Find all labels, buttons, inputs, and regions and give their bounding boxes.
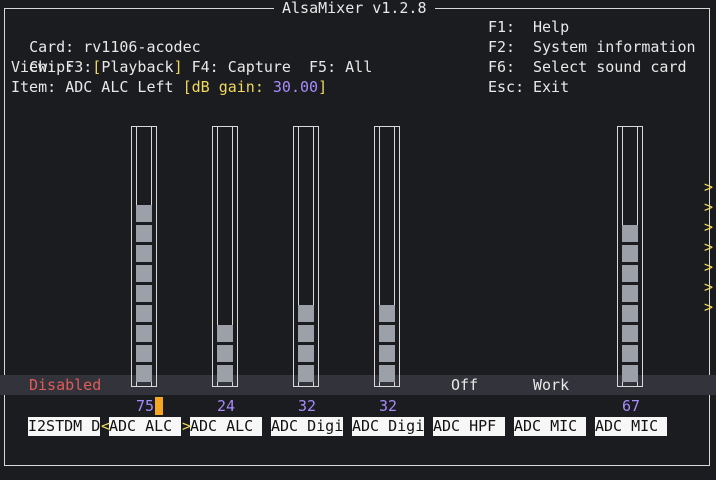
volume-value: 24 — [217, 397, 236, 415]
mixer-label[interactable]: I2STDM D — [28, 417, 100, 436]
db-gain-value: 30.00 — [272, 78, 319, 96]
scroll-right-icon: > — [704, 178, 714, 196]
help-text: Exit — [533, 78, 570, 96]
volume-fill — [136, 205, 152, 382]
scroll-right-icon: > — [704, 198, 714, 216]
volume-slider[interactable] — [617, 126, 643, 387]
selection-right-mark: > — [182, 417, 192, 435]
scroll-right-icon: > — [704, 258, 714, 276]
view-f3-key: F3: — [65, 58, 93, 76]
help-row: F6: Select sound card — [488, 57, 687, 77]
mixer-label[interactable]: ADC ALC — [190, 417, 262, 436]
scroll-right-icon: > — [704, 278, 714, 296]
item-row: Item: ADC ALC Left [dB gain: 30.00] — [11, 77, 327, 97]
volume-value: 67 — [622, 397, 641, 415]
volume-fill — [622, 225, 638, 382]
view-capture[interactable]: Capture — [228, 58, 291, 76]
mixer-label[interactable]: ADC ALC — [109, 417, 181, 436]
selection-cursor — [155, 397, 163, 415]
help-text: Help — [533, 18, 570, 36]
app-title: AlsaMixer v1.2.8 — [274, 0, 435, 16]
help-key: F1: — [488, 18, 516, 36]
switch-status[interactable]: Off — [451, 375, 478, 395]
view-bracket-open: [ — [92, 58, 102, 76]
volume-fill — [217, 325, 233, 382]
volume-value: 75 — [136, 397, 155, 415]
view-f4-key: F4: — [191, 58, 219, 76]
help-key: F6: — [488, 58, 516, 76]
help-key: F2: — [488, 38, 516, 56]
scroll-right-icon: > — [704, 298, 714, 316]
switch-status[interactable]: Work — [533, 375, 569, 395]
help-row: Esc: Exit — [488, 77, 569, 97]
help-row: F1: Help — [488, 17, 569, 37]
help-text: Select sound card — [533, 58, 687, 76]
view-row: View: F3:[Playback] F4: Capture F5: All — [11, 57, 372, 77]
volume-slider[interactable] — [374, 126, 400, 387]
item-value: ADC ALC Left — [65, 78, 174, 96]
volume-fill — [298, 305, 314, 382]
status-band — [0, 375, 716, 395]
volume-slider[interactable] — [131, 126, 157, 387]
view-playback[interactable]: Playback — [101, 58, 173, 76]
volume-slider[interactable] — [212, 126, 238, 387]
view-bracket-close: ] — [173, 58, 183, 76]
view-f5-key: F5: — [309, 58, 337, 76]
mixer-label[interactable]: ADC Digi — [352, 417, 424, 436]
volume-value: 32 — [298, 397, 317, 415]
help-row: F2: System information — [488, 37, 696, 57]
selection-left-mark: < — [101, 417, 111, 435]
mixer-label[interactable]: ADC HPF — [433, 417, 505, 436]
volume-fill — [379, 305, 395, 382]
mixer-label[interactable]: ADC MIC — [595, 417, 667, 436]
help-text: System information — [533, 38, 696, 56]
view-label: View: — [11, 58, 57, 76]
scroll-right-icon: > — [704, 238, 714, 256]
mixer-label[interactable]: ADC Digi — [271, 417, 343, 436]
scroll-right-icon: > — [704, 218, 714, 236]
volume-value: 32 — [379, 397, 398, 415]
view-all[interactable]: All — [345, 58, 372, 76]
db-gain-open: [dB gain: — [182, 78, 264, 96]
help-key: Esc: — [488, 78, 525, 96]
volume-slider[interactable] — [293, 126, 319, 387]
item-label: Item: — [11, 78, 57, 96]
db-gain-close: ] — [318, 78, 328, 96]
card-value: rv1106-acodec — [83, 38, 201, 56]
mixer-label[interactable]: ADC MIC — [514, 417, 586, 436]
switch-status[interactable]: Disabled — [29, 375, 101, 395]
